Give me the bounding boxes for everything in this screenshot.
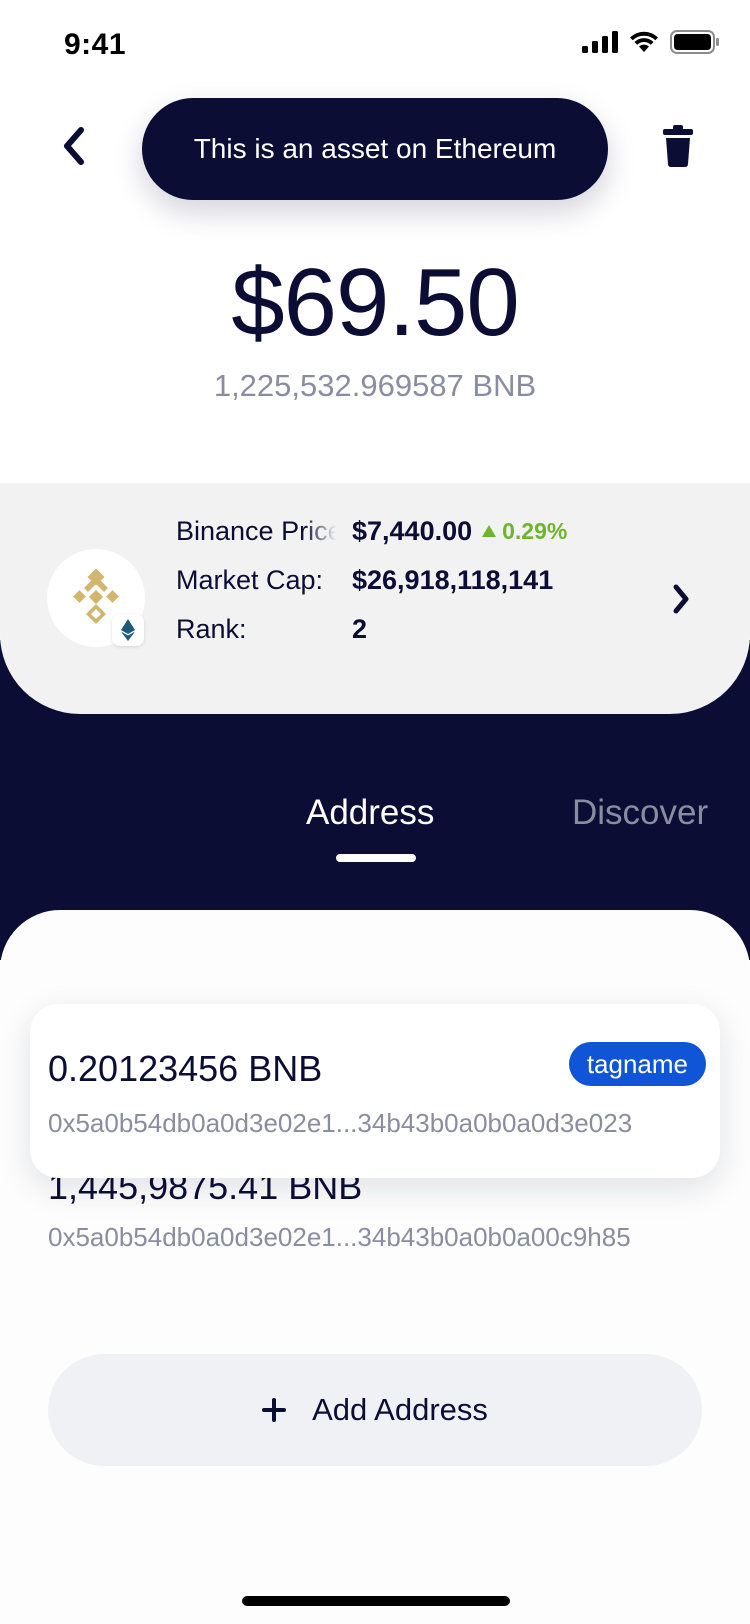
address-hash: 0x5a0b54db0a0d3e02e1...34b43b0a0b0a00c9h…	[48, 1222, 631, 1252]
toast-text: This is an asset on Ethereum	[193, 133, 557, 164]
battery-icon	[670, 30, 719, 54]
market-cap-value: $26,918,118,141	[352, 564, 554, 595]
address-hash: 0x5a0b54db0a0d3e02e1...34b43b0a0b0a0d3e0…	[48, 1108, 633, 1138]
price-change-value: 0.29%	[502, 517, 568, 544]
plus-icon	[262, 1398, 287, 1422]
delete-asset-button[interactable]	[656, 118, 700, 174]
market-cap-row: Market Cap: $26,918,118,141	[176, 560, 553, 600]
wifi-icon	[630, 31, 658, 52]
price-label: Binance Price:	[176, 515, 336, 546]
price-change: 0.29%	[482, 518, 567, 545]
address-card[interactable]: 0.20123456 BNB tagname 0x5a0b54db0a0d3e0…	[30, 1004, 720, 1178]
status-time: 9:41	[64, 28, 127, 61]
asset-network-toast: This is an asset on Ethereum	[142, 98, 608, 200]
tab-address[interactable]: Address	[306, 793, 434, 833]
chevron-left-icon	[64, 127, 84, 165]
market-cap-label: Market Cap:	[176, 564, 324, 595]
back-button[interactable]	[52, 118, 96, 174]
ethereum-icon	[121, 619, 135, 641]
add-address-label: Add Address	[312, 1392, 488, 1427]
price-value: $7,440.00	[352, 515, 473, 546]
asset-details-chevron[interactable]	[666, 579, 696, 619]
add-address-button[interactable]: Add Address	[48, 1354, 702, 1466]
home-indicator[interactable]	[242, 1596, 510, 1606]
chevron-right-icon	[673, 584, 689, 614]
rank-label: Rank:	[176, 613, 247, 644]
asset-info-card[interactable]: Binance Price: $7,440.00 0.29% Market Ca…	[0, 483, 750, 714]
rank-row: Rank: 2	[176, 609, 367, 649]
triangle-up-icon	[482, 525, 497, 537]
address-tag-badge[interactable]: tagname	[568, 1042, 706, 1086]
cellular-signal-icon	[582, 31, 618, 53]
active-tab-indicator	[336, 854, 416, 862]
ethereum-chain-badge	[112, 614, 144, 646]
price-row: Binance Price: $7,440.00 0.29%	[176, 511, 567, 551]
trash-icon	[663, 125, 693, 167]
rank-value: 2	[352, 613, 368, 644]
address-amount: 0.20123456 BNB	[48, 1048, 323, 1089]
balance-crypto: 1,225,532.969587 BNB	[213, 368, 537, 403]
balance-fiat: $69.50	[231, 249, 520, 356]
status-icons	[582, 30, 720, 54]
status-bar: 9:41	[0, 0, 750, 92]
tab-discover[interactable]: Discover	[572, 793, 708, 833]
